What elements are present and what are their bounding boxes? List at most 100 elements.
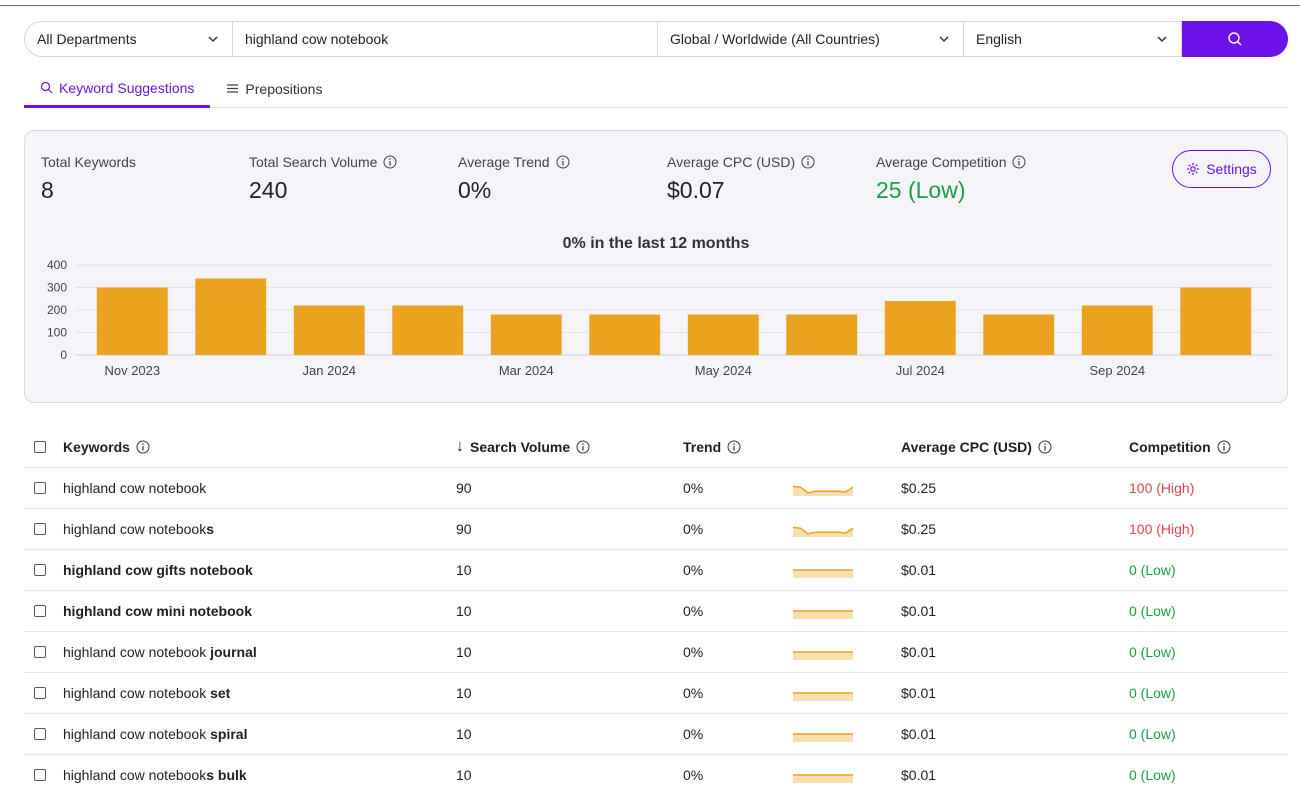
sparkline-area: [793, 570, 853, 578]
row-checkbox[interactable]: [34, 523, 46, 535]
competition-value: 0 (Low): [1129, 767, 1176, 783]
trend-value: 0%: [683, 562, 704, 578]
chevron-down-icon: [208, 36, 218, 43]
table-row[interactable]: highland cow notebook 90 0% $0.25 100 (High): [24, 468, 1288, 509]
keyword-base: highland cow notebook: [63, 767, 207, 783]
bar[interactable]: [490, 314, 562, 356]
x-tick-label: Jan 2024: [303, 363, 357, 378]
keyword-base: highland cow notebook: [63, 521, 207, 537]
department-select[interactable]: All Departments: [24, 21, 233, 57]
row-checkbox[interactable]: [34, 728, 46, 740]
keyword-cell[interactable]: highland cow notebook spiral: [63, 714, 247, 754]
search-button[interactable]: [1182, 21, 1288, 57]
info-icon[interactable]: [136, 440, 150, 454]
keyword-highlight: highland cow mini notebook: [63, 603, 252, 619]
header-label: Search Volume: [470, 438, 571, 455]
stat-value: $0.07: [667, 177, 725, 203]
trend-value: 0%: [683, 685, 704, 701]
table-row[interactable]: highland cow gifts notebook 10 0% $0.01 0 (L…: [24, 550, 1288, 591]
table-row[interactable]: highland cow notebook journal 10 0% $0.01 0 …: [24, 632, 1288, 673]
table-row[interactable]: highland cow notebook set 10 0% $0.01 0 (Low…: [24, 673, 1288, 714]
keyword-input[interactable]: highland cow notebook: [233, 21, 658, 57]
country-select[interactable]: Global / Worldwide (All Countries): [658, 21, 964, 57]
keyword-cell[interactable]: highland cow notebook set: [63, 673, 230, 713]
header-label: Average CPC (USD): [901, 438, 1032, 455]
select-all-checkbox[interactable]: [34, 440, 46, 453]
info-icon[interactable]: [1217, 440, 1231, 454]
row-checkbox[interactable]: [34, 605, 46, 617]
cpc-value: $0.01: [901, 685, 937, 701]
keyword-input-value: highland cow notebook: [245, 31, 389, 47]
stat-label: Average Competition: [876, 154, 1007, 170]
search-icon: [40, 81, 53, 94]
competition-value: 0 (Low): [1129, 644, 1176, 660]
tab-prepositions[interactable]: Prepositions: [210, 70, 338, 107]
chevron-down-icon: [939, 36, 949, 43]
cpc-value: $0.01: [901, 644, 937, 660]
x-tick-label: May 2024: [695, 363, 752, 378]
search-volume-value: 10: [456, 767, 472, 783]
info-icon[interactable]: [556, 155, 570, 169]
stat-total-keywords: Total Keywords 8: [41, 153, 136, 204]
language-value: English: [976, 31, 1022, 47]
trend-sparkline: [793, 733, 853, 742]
stat-label: Average Trend: [458, 154, 550, 170]
bar[interactable]: [1081, 305, 1153, 356]
keyword-cell[interactable]: highland cow notebook s bulk: [63, 755, 247, 793]
info-icon[interactable]: [1038, 440, 1052, 454]
row-checkbox[interactable]: [34, 482, 46, 494]
bar[interactable]: [884, 301, 956, 355]
tab-label: Keyword Suggestions: [59, 79, 195, 96]
keyword-highlight: s bulk: [206, 767, 247, 783]
sparkline-area: [793, 775, 853, 783]
keyword-base: highland cow notebook: [63, 685, 211, 701]
info-icon[interactable]: [727, 440, 741, 454]
keyword-cell[interactable]: highland cow notebook s: [63, 509, 214, 549]
info-icon[interactable]: [801, 155, 815, 169]
keyword-cell[interactable]: highland cow gifts notebook: [63, 550, 253, 590]
trend-sparkline: [793, 774, 853, 783]
search-volume-bar-chart: 0 100 200 300 400 Nov 2023 Jan 2024 Mar 2024 May…: [47, 258, 1273, 378]
table-row[interactable]: highland cow mini notebook 10 0% $0.01 0 (Lo…: [24, 591, 1288, 632]
country-value: Global / Worldwide (All Countries): [670, 31, 880, 47]
bar[interactable]: [392, 305, 464, 356]
language-select[interactable]: English: [964, 21, 1182, 57]
row-checkbox[interactable]: [34, 646, 46, 658]
keyword-cell[interactable]: highland cow notebook journal: [63, 632, 257, 672]
keyword-highlight: s: [206, 521, 215, 537]
keyword-cell[interactable]: highland cow notebook: [63, 468, 206, 508]
trend-sparkline: [793, 610, 853, 619]
column-header-search-volume[interactable]: ↓ Search Volume: [456, 426, 590, 467]
info-icon[interactable]: [576, 440, 590, 454]
keyword-cell[interactable]: highland cow mini notebook: [63, 591, 252, 631]
settings-button[interactable]: Settings: [1172, 150, 1271, 188]
table-row[interactable]: highland cow notebook spiral 10 0% $0.01 0 (…: [24, 714, 1288, 755]
cpc-value: $0.01: [901, 562, 937, 578]
bar[interactable]: [589, 314, 661, 356]
summary-panel: Total Keywords 8 Total Search Volume 240…: [24, 130, 1288, 403]
list-icon: [227, 84, 239, 93]
row-checkbox[interactable]: [34, 564, 46, 576]
row-checkbox[interactable]: [34, 769, 46, 781]
table-row[interactable]: highland cow notebook s bulk 10 0% $0.01 0 (L…: [24, 755, 1288, 793]
info-icon[interactable]: [383, 155, 397, 169]
row-checkbox[interactable]: [34, 687, 46, 699]
search-volume-value: 10: [456, 644, 472, 660]
bar[interactable]: [293, 305, 365, 356]
stat-value: 8: [41, 177, 54, 203]
y-tick-label: 100: [47, 326, 67, 340]
table-body: highland cow notebook 90 0% $0.25 100 (High)…: [24, 468, 1288, 793]
cpc-value: $0.01: [901, 603, 937, 619]
search-bar: All Departments highland cow notebook Gl…: [24, 21, 1288, 57]
x-tick-label: Mar 2024: [499, 363, 554, 378]
bar[interactable]: [96, 287, 168, 356]
bar[interactable]: [687, 314, 759, 356]
trend-value: 0%: [683, 767, 704, 783]
table-row[interactable]: highland cow notebook s 90 0% $0.25 100 (High…: [24, 509, 1288, 550]
bar[interactable]: [195, 278, 267, 356]
bar[interactable]: [983, 314, 1055, 356]
bar[interactable]: [1180, 287, 1252, 356]
tab-keyword-suggestions[interactable]: Keyword Suggestions: [24, 70, 211, 108]
bar[interactable]: [786, 314, 858, 356]
info-icon[interactable]: [1012, 155, 1026, 169]
